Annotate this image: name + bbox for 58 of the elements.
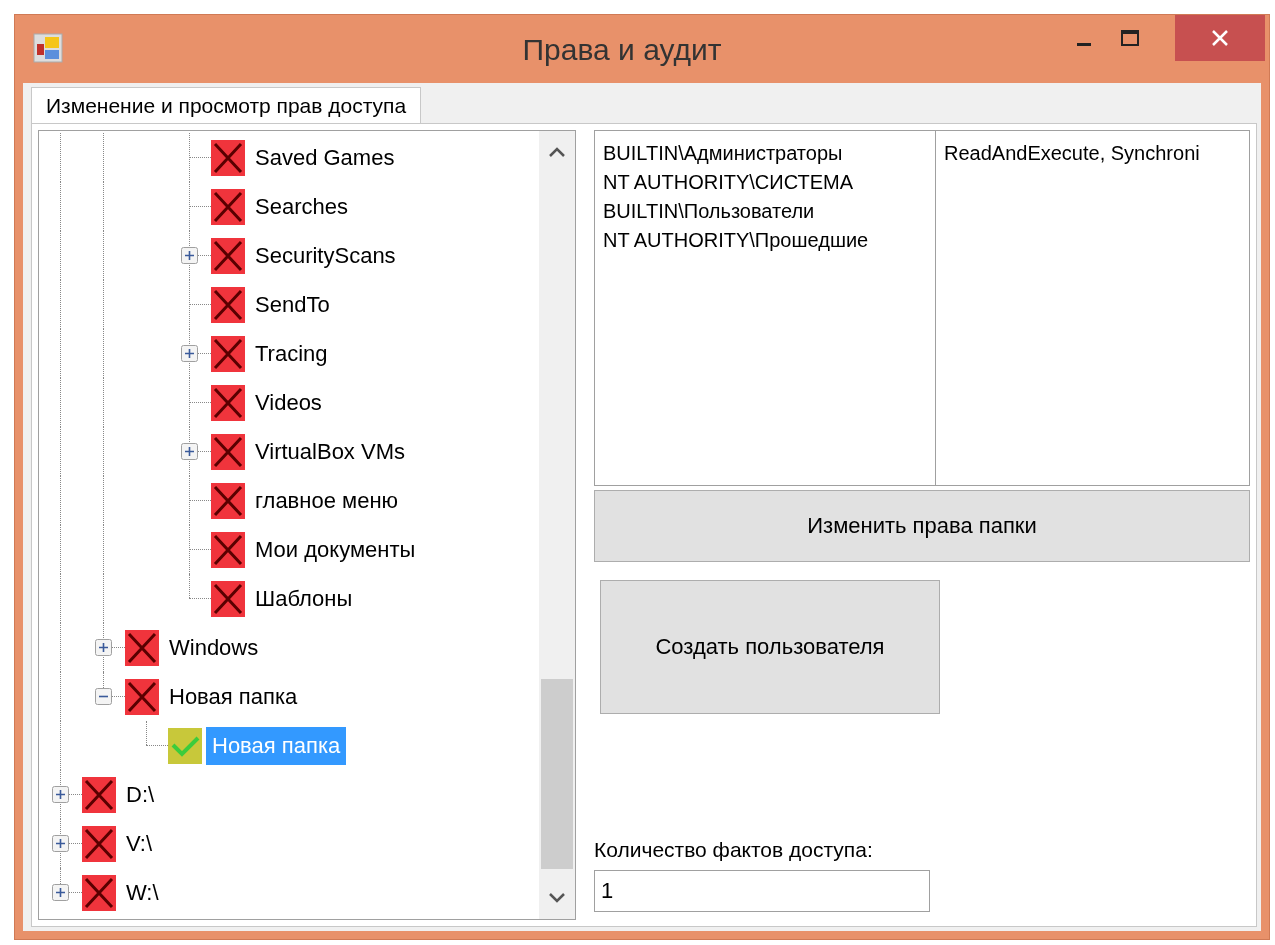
cross-icon [82, 825, 116, 862]
list-entry[interactable]: NT AUTHORITY\СИСТЕМА [603, 168, 927, 197]
expand-icon[interactable] [95, 639, 112, 656]
cross-icon [211, 482, 245, 519]
tree-item[interactable]: главное меню [249, 481, 405, 520]
tree-item[interactable]: Windows [163, 628, 265, 667]
list-entry[interactable]: ReadAndExecute, Synchroni [944, 139, 1200, 168]
app-icon [33, 33, 63, 63]
tree-item[interactable]: Новая папка [163, 677, 304, 716]
list-entry[interactable]: NT AUTHORITY\Прошедшие [603, 226, 927, 255]
scroll-thumb[interactable] [541, 679, 573, 869]
tree-item[interactable]: Мои документы [249, 530, 422, 569]
tree-item[interactable]: Searches [249, 187, 354, 226]
change-permissions-button[interactable]: Изменить права папки [594, 490, 1250, 562]
scroll-down-icon[interactable] [547, 891, 567, 905]
cross-icon [211, 433, 245, 470]
cross-icon [211, 188, 245, 225]
access-count-field[interactable]: 1 [594, 870, 930, 912]
expand-icon[interactable] [181, 443, 198, 460]
cross-icon [211, 237, 245, 274]
tree-item[interactable]: Tracing [249, 334, 334, 373]
collapse-icon[interactable] [95, 688, 112, 705]
tree-item[interactable]: D:\ [120, 775, 161, 814]
tab[interactable]: Изменение и просмотр прав доступа [31, 87, 422, 123]
expand-icon[interactable] [181, 345, 198, 362]
tree-item[interactable]: SendTo [249, 285, 336, 324]
cross-icon [211, 335, 245, 372]
maximize-icon [1120, 29, 1140, 47]
list-entry[interactable]: BUILTIN\Администраторы [603, 139, 927, 168]
cross-icon [211, 139, 245, 176]
cross-icon [211, 531, 245, 568]
check-icon [168, 727, 202, 764]
expand-icon[interactable] [52, 884, 69, 901]
access-count-label: Количество фактов доступа: [594, 838, 874, 862]
cross-icon [211, 384, 245, 421]
cross-icon [211, 286, 245, 323]
tree-item[interactable]: W:\ [120, 873, 165, 912]
tree-item[interactable]: VirtualBox VMs [249, 432, 411, 471]
cross-icon [82, 874, 116, 911]
list-entry[interactable]: BUILTIN\Пользователи [603, 197, 927, 226]
tree-item[interactable]: Saved Games [249, 138, 401, 177]
expand-icon[interactable] [52, 786, 69, 803]
expand-icon[interactable] [181, 247, 198, 264]
tree-item[interactable]: Шаблоны [249, 579, 359, 618]
close-icon [1210, 28, 1230, 48]
cross-icon [125, 678, 159, 715]
tree-item[interactable]: SecurityScans [249, 236, 402, 275]
window-title: Права и аудит [521, 33, 723, 67]
create-user-button[interactable]: Создать пользователя [600, 580, 940, 714]
tree-item[interactable]: V:\ [120, 824, 159, 863]
scrollbar[interactable] [539, 131, 575, 919]
minimize-icon [1077, 42, 1091, 46]
tree-item[interactable]: Videos [249, 383, 328, 422]
cross-icon [82, 776, 116, 813]
cross-icon [125, 629, 159, 666]
expand-icon[interactable] [52, 835, 69, 852]
cross-icon [211, 580, 245, 617]
scroll-up-icon[interactable] [547, 145, 567, 159]
